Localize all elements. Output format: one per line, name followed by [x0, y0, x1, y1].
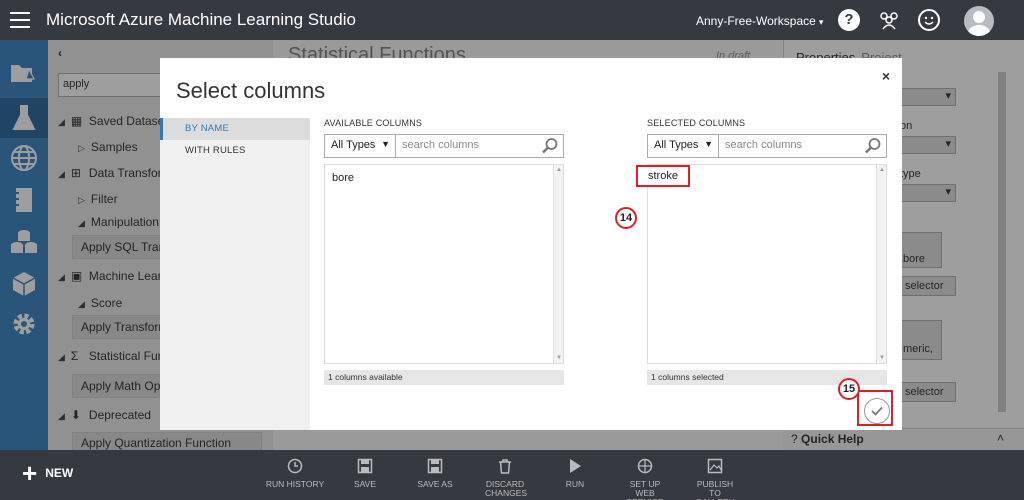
discard-changes-button[interactable]: DISCARD CHANGES [470, 458, 540, 498]
bottom-command-bar: + NEW RUN HISTORY SAVE SAVE AS DISCARD CH… [0, 450, 1024, 500]
list-scrollbar[interactable]: ▲ ▼ [876, 165, 886, 363]
save-as-button[interactable]: SAVE AS [400, 458, 470, 489]
new-button[interactable]: + NEW [22, 458, 74, 488]
help-icon[interactable]: ? [838, 9, 860, 31]
scroll-up-icon[interactable]: ▲ [879, 167, 885, 173]
set-up-web-service-button[interactable]: SET UP WEB SERVICE [610, 458, 680, 500]
type-select-value: All Types [331, 139, 376, 151]
dialog-title: Select columns [176, 78, 326, 103]
available-columns-label: AVAILABLE COLUMNS [324, 118, 423, 128]
search-placeholder: search columns [725, 139, 803, 151]
save-as-icon [400, 458, 470, 476]
command-label: RUN HISTORY [265, 479, 325, 489]
scroll-down-icon[interactable]: ▼ [879, 355, 885, 361]
user-avatar[interactable] [964, 6, 994, 36]
save-icon [330, 458, 400, 476]
community-icon[interactable] [878, 9, 900, 31]
command-label: DISCARD CHANGES [485, 479, 528, 498]
step-annotation-badge: 14 [615, 207, 637, 229]
command-label: SAVE [353, 479, 377, 489]
selected-columns-label: SELECTED COLUMNS [647, 118, 746, 128]
type-select-value: All Types [654, 139, 699, 151]
search-icon[interactable] [541, 137, 559, 158]
available-filter: All Types ▼ search columns [324, 134, 564, 158]
step-annotation-badge: 15 [838, 378, 860, 400]
top-bar: Microsoft Azure Machine Learning Studio … [0, 0, 1024, 40]
search-placeholder: search columns [402, 139, 480, 151]
checkmark-icon [871, 406, 883, 416]
scroll-down-icon[interactable]: ▼ [556, 355, 562, 361]
command-label: SET UP WEB SERVICE [626, 479, 663, 500]
new-label: NEW [45, 466, 74, 480]
hamburger-menu-icon[interactable] [10, 12, 30, 28]
command-label: RUN [565, 479, 585, 489]
available-type-select[interactable]: All Types ▼ [324, 134, 396, 158]
run-button[interactable]: RUN [540, 458, 610, 489]
tab-with-rules[interactable]: WITH RULES [160, 140, 310, 162]
list-scrollbar[interactable]: ▲ ▼ [553, 165, 563, 363]
available-columns-list[interactable]: bore ▲ ▼ [324, 164, 564, 364]
list-item[interactable]: bore [327, 169, 359, 187]
search-icon[interactable] [864, 137, 882, 158]
chevron-down-icon: ▾ [818, 17, 824, 27]
ok-highlight [857, 390, 893, 426]
command-label: SAVE AS [417, 479, 453, 489]
web-service-icon [610, 458, 680, 476]
chevron-down-icon: ▼ [381, 139, 390, 149]
column-picker: AVAILABLE COLUMNS All Types ▼ search colu… [310, 118, 902, 430]
selected-type-select[interactable]: All Types ▼ [647, 134, 719, 158]
available-count: 1 columns available [324, 370, 564, 385]
play-icon [540, 458, 610, 476]
close-icon[interactable]: × [882, 68, 890, 84]
tab-by-name[interactable]: BY NAME [160, 118, 310, 140]
save-button[interactable]: SAVE [330, 458, 400, 489]
plus-icon: + [22, 458, 38, 488]
list-item[interactable]: stroke [636, 165, 690, 187]
dialog-tabs: BY NAME WITH RULES [160, 118, 310, 430]
selected-columns-list[interactable]: stroke ▲ ▼ [636, 164, 887, 364]
available-search-input[interactable]: search columns [396, 134, 564, 158]
selected-search-input[interactable]: search columns [719, 134, 887, 158]
gallery-icon [680, 458, 750, 476]
select-columns-dialog: Select columns × BY NAME WITH RULES AVAI… [160, 58, 902, 430]
workspace-selector[interactable]: Anny-Free-Workspace ▾ [696, 14, 823, 28]
app-title: Microsoft Azure Machine Learning Studio [46, 10, 356, 29]
scroll-up-icon[interactable]: ▲ [556, 167, 562, 173]
selected-filter: All Types ▼ search columns [647, 134, 887, 158]
clock-icon [260, 458, 330, 476]
publish-to-gallery-button[interactable]: PUBLISH TO GALLERY [680, 458, 750, 500]
feedback-smile-icon[interactable] [918, 9, 940, 31]
ok-checkmark-button[interactable] [864, 398, 890, 424]
workspace-name: Anny-Free-Workspace [696, 14, 816, 28]
run-history-button[interactable]: RUN HISTORY [260, 458, 330, 489]
chevron-down-icon: ▼ [704, 139, 713, 149]
trash-icon [470, 458, 540, 476]
command-label: PUBLISH TO GALLERY [695, 479, 734, 500]
